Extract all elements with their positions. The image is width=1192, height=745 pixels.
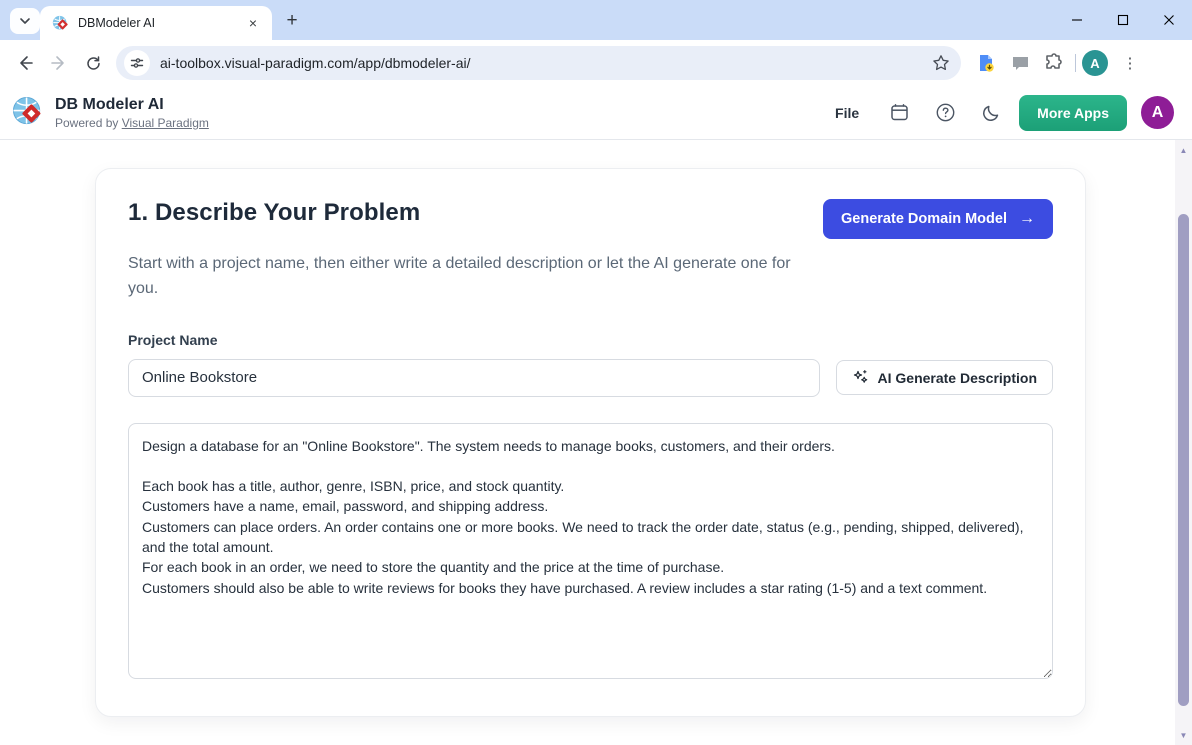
- section-subtitle: Start with a project name, then either w…: [128, 252, 818, 302]
- file-menu[interactable]: File: [823, 97, 871, 129]
- minimize-button[interactable]: [1054, 0, 1100, 40]
- reload-button[interactable]: [76, 46, 110, 80]
- section-heading: 1. Describe Your Problem: [128, 199, 420, 227]
- new-tab-button[interactable]: +: [280, 9, 304, 33]
- chat-extension-icon[interactable]: [1005, 48, 1035, 78]
- browser-tab-strip: DBModeler AI × +: [0, 0, 1192, 40]
- powered-by: Powered by Visual Paradigm: [55, 116, 209, 130]
- visual-paradigm-link[interactable]: Visual Paradigm: [122, 116, 209, 130]
- scrollbar-thumb[interactable]: [1178, 214, 1189, 706]
- address-bar[interactable]: ai-toolbox.visual-paradigm.com/app/dbmod…: [116, 46, 961, 80]
- help-icon[interactable]: [927, 95, 963, 131]
- url-text[interactable]: ai-toolbox.visual-paradigm.com/app/dbmod…: [160, 55, 927, 71]
- back-button[interactable]: [8, 46, 42, 80]
- toolbar-separator: [1075, 54, 1076, 72]
- scrollbar-up-arrow[interactable]: ▲: [1175, 142, 1192, 158]
- site-favicon: [52, 15, 69, 32]
- user-avatar[interactable]: A: [1141, 96, 1174, 129]
- maximize-button[interactable]: [1100, 0, 1146, 40]
- dark-mode-moon-icon[interactable]: [973, 95, 1009, 131]
- arrow-right-icon: →: [1019, 210, 1035, 228]
- close-window-button[interactable]: [1146, 0, 1192, 40]
- app-header: DB Modeler AI Powered by Visual Paradigm…: [0, 86, 1192, 140]
- chevron-down-icon: [19, 15, 31, 27]
- tab-close-icon[interactable]: ×: [244, 14, 262, 32]
- forward-button[interactable]: [42, 46, 76, 80]
- tab-title: DBModeler AI: [78, 16, 244, 30]
- browser-tab[interactable]: DBModeler AI ×: [40, 6, 272, 40]
- project-name-label: Project Name: [128, 332, 1053, 348]
- projects-archive-icon[interactable]: [881, 95, 917, 131]
- window-controls: [1054, 0, 1192, 40]
- extension-icons: [971, 48, 1069, 78]
- scrollbar-down-arrow[interactable]: ▼: [1175, 727, 1192, 743]
- browser-toolbar: ai-toolbox.visual-paradigm.com/app/dbmod…: [0, 40, 1192, 86]
- powered-by-prefix: Powered by: [55, 116, 122, 130]
- tab-search-button[interactable]: [10, 8, 40, 34]
- generate-domain-model-button[interactable]: Generate Domain Model →: [823, 199, 1053, 239]
- site-settings-icon[interactable]: [124, 50, 150, 76]
- more-apps-button[interactable]: More Apps: [1019, 95, 1127, 131]
- app-logo: [12, 96, 45, 129]
- extensions-puzzle-icon[interactable]: [1039, 48, 1069, 78]
- page-scrollbar[interactable]: ▲ ▼: [1175, 140, 1192, 745]
- browser-profile-avatar[interactable]: A: [1082, 50, 1108, 76]
- browser-menu-icon[interactable]: ⋮: [1116, 49, 1144, 77]
- download-extension-icon[interactable]: [971, 48, 1001, 78]
- describe-problem-card: 1. Describe Your Problem Generate Domain…: [95, 168, 1086, 717]
- problem-description-textarea[interactable]: Design a database for an "Online Booksto…: [128, 423, 1053, 679]
- page-content: 1. Describe Your Problem Generate Domain…: [0, 140, 1175, 745]
- app-title: DB Modeler AI: [55, 95, 209, 114]
- ai-generate-description-button[interactable]: AI Generate Description: [836, 360, 1054, 395]
- bookmark-star-icon[interactable]: [927, 49, 955, 77]
- generate-domain-model-label: Generate Domain Model: [841, 211, 1007, 227]
- ai-generate-description-label: AI Generate Description: [878, 370, 1038, 386]
- sparkles-icon: [852, 369, 869, 386]
- project-name-input[interactable]: [128, 359, 820, 397]
